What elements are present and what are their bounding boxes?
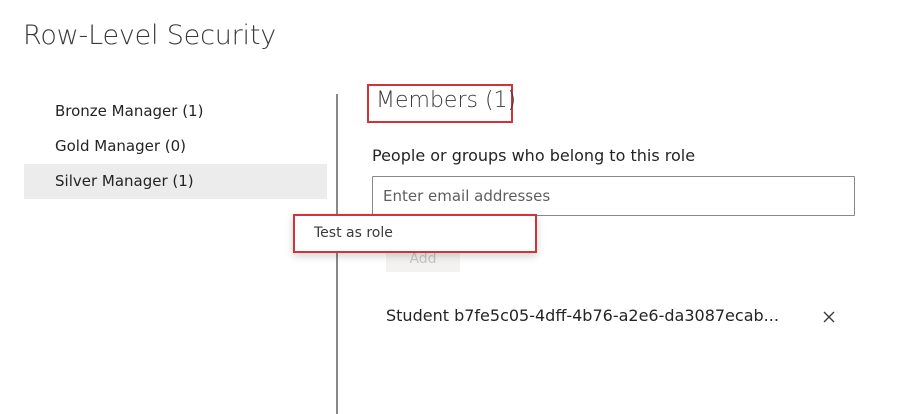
member-name: Student b7fe5c05-4dff-4b76-a2e6-da3087ec… — [386, 306, 779, 325]
role-item-silver-manager[interactable]: Silver Manager (1) — [24, 164, 327, 199]
members-field-label: People or groups who belong to this role — [372, 146, 696, 165]
menu-item-test-as-role[interactable]: Test as role — [314, 225, 393, 241]
members-heading: Members (1) — [376, 88, 517, 113]
role-item-gold-manager[interactable]: Gold Manager (0) — [24, 129, 327, 164]
role-context-menu: Test as role — [293, 214, 537, 253]
role-item-bronze-manager[interactable]: Bronze Manager (1) — [24, 94, 327, 129]
roles-list: Bronze Manager (1) Gold Manager (0) Silv… — [24, 94, 327, 199]
member-list-item: Student b7fe5c05-4dff-4b76-a2e6-da3087ec… — [386, 306, 846, 330]
close-icon[interactable] — [822, 310, 836, 324]
role-item-label: Gold Manager (0) — [55, 137, 187, 155]
rls-page: Row-Level Security Bronze Manager (1) Go… — [0, 0, 905, 414]
page-title: Row-Level Security — [23, 20, 277, 51]
role-item-label: Silver Manager (1) — [55, 172, 194, 190]
email-input[interactable] — [372, 176, 855, 216]
pane-divider — [336, 94, 338, 414]
role-item-label: Bronze Manager (1) — [55, 102, 204, 120]
